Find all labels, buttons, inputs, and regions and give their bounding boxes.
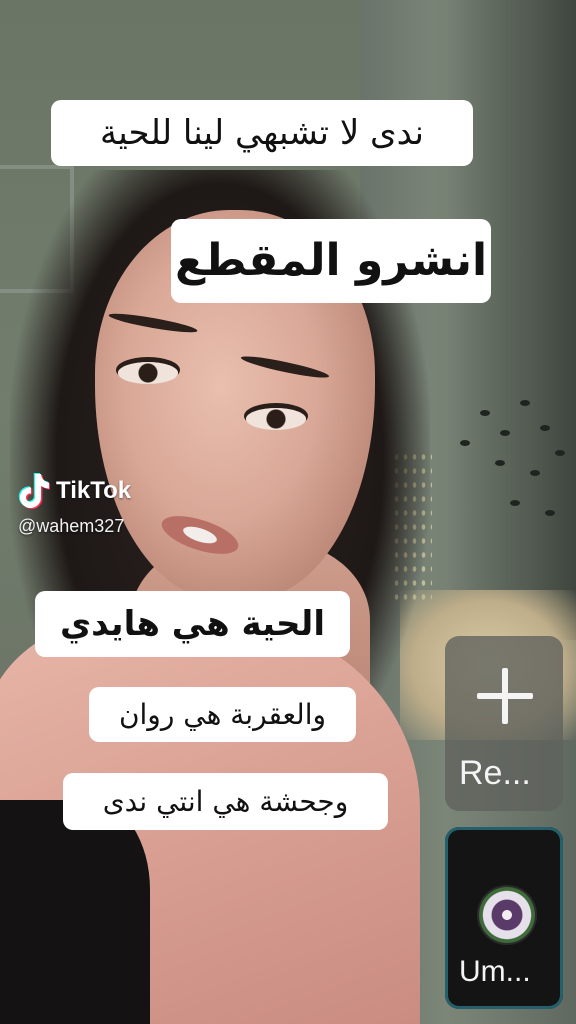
caption-line-5: وجحشة هي انتي ندى bbox=[63, 773, 388, 830]
dark-shirt bbox=[0, 800, 150, 1024]
caption-line-2: انشرو المقطع bbox=[171, 219, 491, 303]
left-eye bbox=[118, 362, 178, 384]
caption-line-3: الحية هي هايدي bbox=[35, 591, 350, 657]
pansy-flower-disc-icon bbox=[479, 887, 535, 943]
tiktok-note-icon bbox=[18, 472, 51, 510]
audio-sound-tile[interactable]: Um... bbox=[445, 827, 563, 1009]
watermark-username: @wahem327 bbox=[18, 516, 125, 536]
caption-line-4: والعقربة هي روان bbox=[89, 687, 356, 742]
right-eye bbox=[246, 408, 306, 430]
plus-icon bbox=[475, 666, 535, 726]
tiktok-brand: TikTok bbox=[56, 477, 132, 504]
add-reply-tile[interactable]: Re... bbox=[445, 636, 563, 811]
caption-line-1: ندى لا تشبهي لينا للحية bbox=[51, 100, 473, 166]
tiktok-watermark: TikTok @wahem327 bbox=[18, 472, 131, 537]
audio-sound-label: Um... bbox=[459, 955, 531, 988]
add-reply-label: Re... bbox=[459, 754, 531, 792]
